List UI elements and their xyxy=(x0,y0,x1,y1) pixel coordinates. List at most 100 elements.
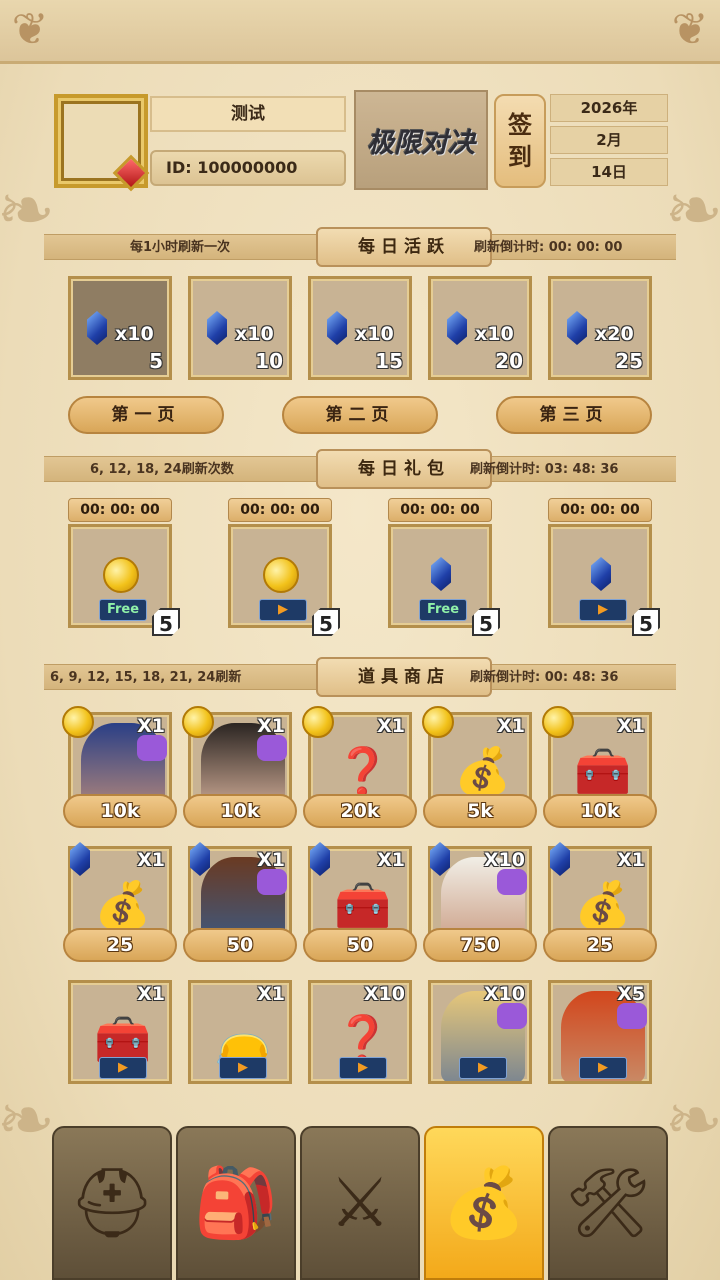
activity-points: 20 xyxy=(495,349,523,373)
gold-coin-icon xyxy=(263,557,299,593)
blue-gem-icon xyxy=(447,311,467,345)
shop-screen: ❦ ❦ ❧ ❧ ❧ ❧ 测试 ID: 100000000 极限对决 签 到 20… xyxy=(0,0,720,1280)
buy-price-button[interactable]: 10k xyxy=(63,794,177,828)
gift-timer: 00: 00: 00 xyxy=(228,498,332,522)
puzzle-piece-icon xyxy=(617,1003,647,1029)
gold-coin-icon xyxy=(62,706,94,738)
nav-tab-heroes[interactable]: ⛑ xyxy=(52,1126,172,1280)
shop-item[interactable]: X10 ▶ xyxy=(428,980,532,1084)
item-quantity: X1 xyxy=(137,849,165,871)
item-quantity: X1 xyxy=(497,715,525,737)
free-claim-button[interactable]: Free xyxy=(99,599,147,621)
buy-price-button[interactable]: 25 xyxy=(543,928,657,962)
gift-timer: 00: 00: 00 xyxy=(548,498,652,522)
item-quantity: X10 xyxy=(363,983,405,1005)
game-logo-text: 极限对决 xyxy=(367,127,475,159)
page-two-button[interactable]: 第二页 xyxy=(282,396,438,434)
shop-item[interactable]: 🧰 X1 ▶ xyxy=(68,980,172,1084)
item-quantity: X1 xyxy=(617,715,645,737)
blue-gem-icon xyxy=(207,311,227,345)
gold-coin-icon xyxy=(182,706,214,738)
gift-count: 5 xyxy=(632,608,660,636)
buy-price-button[interactable]: 5k xyxy=(423,794,537,828)
daily-activity-bar: 每1小时刷新一次 每日活跃 刷新倒计时: 00: 00: 00 xyxy=(44,227,676,267)
sign-in-char: 签 xyxy=(508,111,532,139)
sign-in-char: 到 xyxy=(508,143,532,171)
blue-gem-icon xyxy=(327,311,347,345)
activity-reward-cell[interactable]: x10 15 xyxy=(308,276,412,380)
buy-price-button[interactable]: 50 xyxy=(183,928,297,962)
wrench-hammer-icon: 🛠 xyxy=(564,1164,652,1243)
blue-gem-icon xyxy=(591,557,611,591)
activity-points: 5 xyxy=(149,349,163,373)
shop-item[interactable]: 👝 X1 ▶ xyxy=(188,980,292,1084)
nav-tab-settings[interactable]: 🛠 xyxy=(548,1126,668,1280)
blue-gem-icon xyxy=(567,311,587,345)
daily-activity-title: 每日活跃 xyxy=(316,227,492,267)
activity-points: 25 xyxy=(615,349,643,373)
gold-coin-icon xyxy=(542,706,574,738)
reward-quantity: x10 xyxy=(475,323,514,345)
gold-coin-icon xyxy=(103,557,139,593)
daily-activity-refresh-note: 每1小时刷新一次 xyxy=(130,240,231,255)
buy-price-button[interactable]: 50 xyxy=(303,928,417,962)
daily-gift-title: 每日礼包 xyxy=(316,449,492,489)
page-one-button[interactable]: 第一页 xyxy=(68,396,224,434)
watch-ad-play-icon[interactable]: ▶ xyxy=(259,599,307,621)
puzzle-piece-icon xyxy=(257,869,287,895)
gift-timer: 00: 00: 00 xyxy=(68,498,172,522)
side-ornament-icon: ❧ xyxy=(664,1079,720,1161)
game-logo: 极限对决 xyxy=(354,90,488,190)
sign-in-button[interactable]: 签 到 xyxy=(494,94,546,188)
watch-ad-play-icon[interactable]: ▶ xyxy=(579,1057,627,1079)
item-quantity: X1 xyxy=(257,849,285,871)
gold-coin-icon xyxy=(422,706,454,738)
corner-ornament-icon: ❦ xyxy=(11,4,49,55)
backpack-icon: 🎒 xyxy=(193,1164,279,1243)
daily-activity-countdown: 刷新倒计时: 00: 00: 00 xyxy=(474,240,623,255)
activity-points: 10 xyxy=(255,349,283,373)
corner-ornament-icon: ❦ xyxy=(671,4,709,55)
buy-price-button[interactable]: 25 xyxy=(63,928,177,962)
daily-gift-countdown: 刷新倒计时: 03: 48: 36 xyxy=(470,462,619,477)
nav-tab-battle[interactable]: ⚔ xyxy=(300,1126,420,1280)
free-claim-button[interactable]: Free xyxy=(419,599,467,621)
buy-price-button[interactable]: 10k xyxy=(183,794,297,828)
gold-coin-icon xyxy=(302,706,334,738)
watch-ad-play-icon[interactable]: ▶ xyxy=(339,1057,387,1079)
buy-price-button[interactable]: 10k xyxy=(543,794,657,828)
activity-reward-cell[interactable]: x10 10 xyxy=(188,276,292,380)
watch-ad-play-icon[interactable]: ▶ xyxy=(459,1057,507,1079)
date-month: 2月 xyxy=(550,126,668,154)
item-quantity: X1 xyxy=(137,983,165,1005)
activity-reward-cell[interactable]: x10 20 xyxy=(428,276,532,380)
item-quantity: X1 xyxy=(377,849,405,871)
player-id: ID: 100000000 xyxy=(150,150,346,186)
buy-price-button[interactable]: 20k xyxy=(303,794,417,828)
reward-quantity: x20 xyxy=(595,323,634,345)
watch-ad-play-icon[interactable]: ▶ xyxy=(99,1057,147,1079)
activity-reward-cell[interactable]: x10 5 xyxy=(68,276,172,380)
nav-tab-shop[interactable]: 💰 xyxy=(424,1126,544,1280)
player-name: 测试 xyxy=(150,96,346,132)
activity-reward-cell[interactable]: x20 25 xyxy=(548,276,652,380)
watch-ad-play-icon[interactable]: ▶ xyxy=(579,599,627,621)
watch-ad-play-icon[interactable]: ▶ xyxy=(219,1057,267,1079)
bottom-navigation: ⛑ 🎒 ⚔ 💰 🛠 xyxy=(52,1126,668,1280)
reward-quantity: x10 xyxy=(355,323,394,345)
nav-tab-bag[interactable]: 🎒 xyxy=(176,1126,296,1280)
puzzle-piece-icon xyxy=(497,1003,527,1029)
date-year: 2026年 xyxy=(550,94,668,122)
gift-timer: 00: 00: 00 xyxy=(388,498,492,522)
shop-item[interactable]: ❓ X10 ▶ xyxy=(308,980,412,1084)
page-three-button[interactable]: 第三页 xyxy=(496,396,652,434)
side-ornament-icon: ❧ xyxy=(0,1079,56,1161)
puzzle-piece-icon xyxy=(257,735,287,761)
helmet-icon: ⛑ xyxy=(68,1164,156,1243)
puzzle-piece-icon xyxy=(137,735,167,761)
item-quantity: X1 xyxy=(617,849,645,871)
reward-quantity: x10 xyxy=(235,323,274,345)
item-quantity: X1 xyxy=(137,715,165,737)
buy-price-button[interactable]: 750 xyxy=(423,928,537,962)
shop-item[interactable]: X5 ▶ xyxy=(548,980,652,1084)
